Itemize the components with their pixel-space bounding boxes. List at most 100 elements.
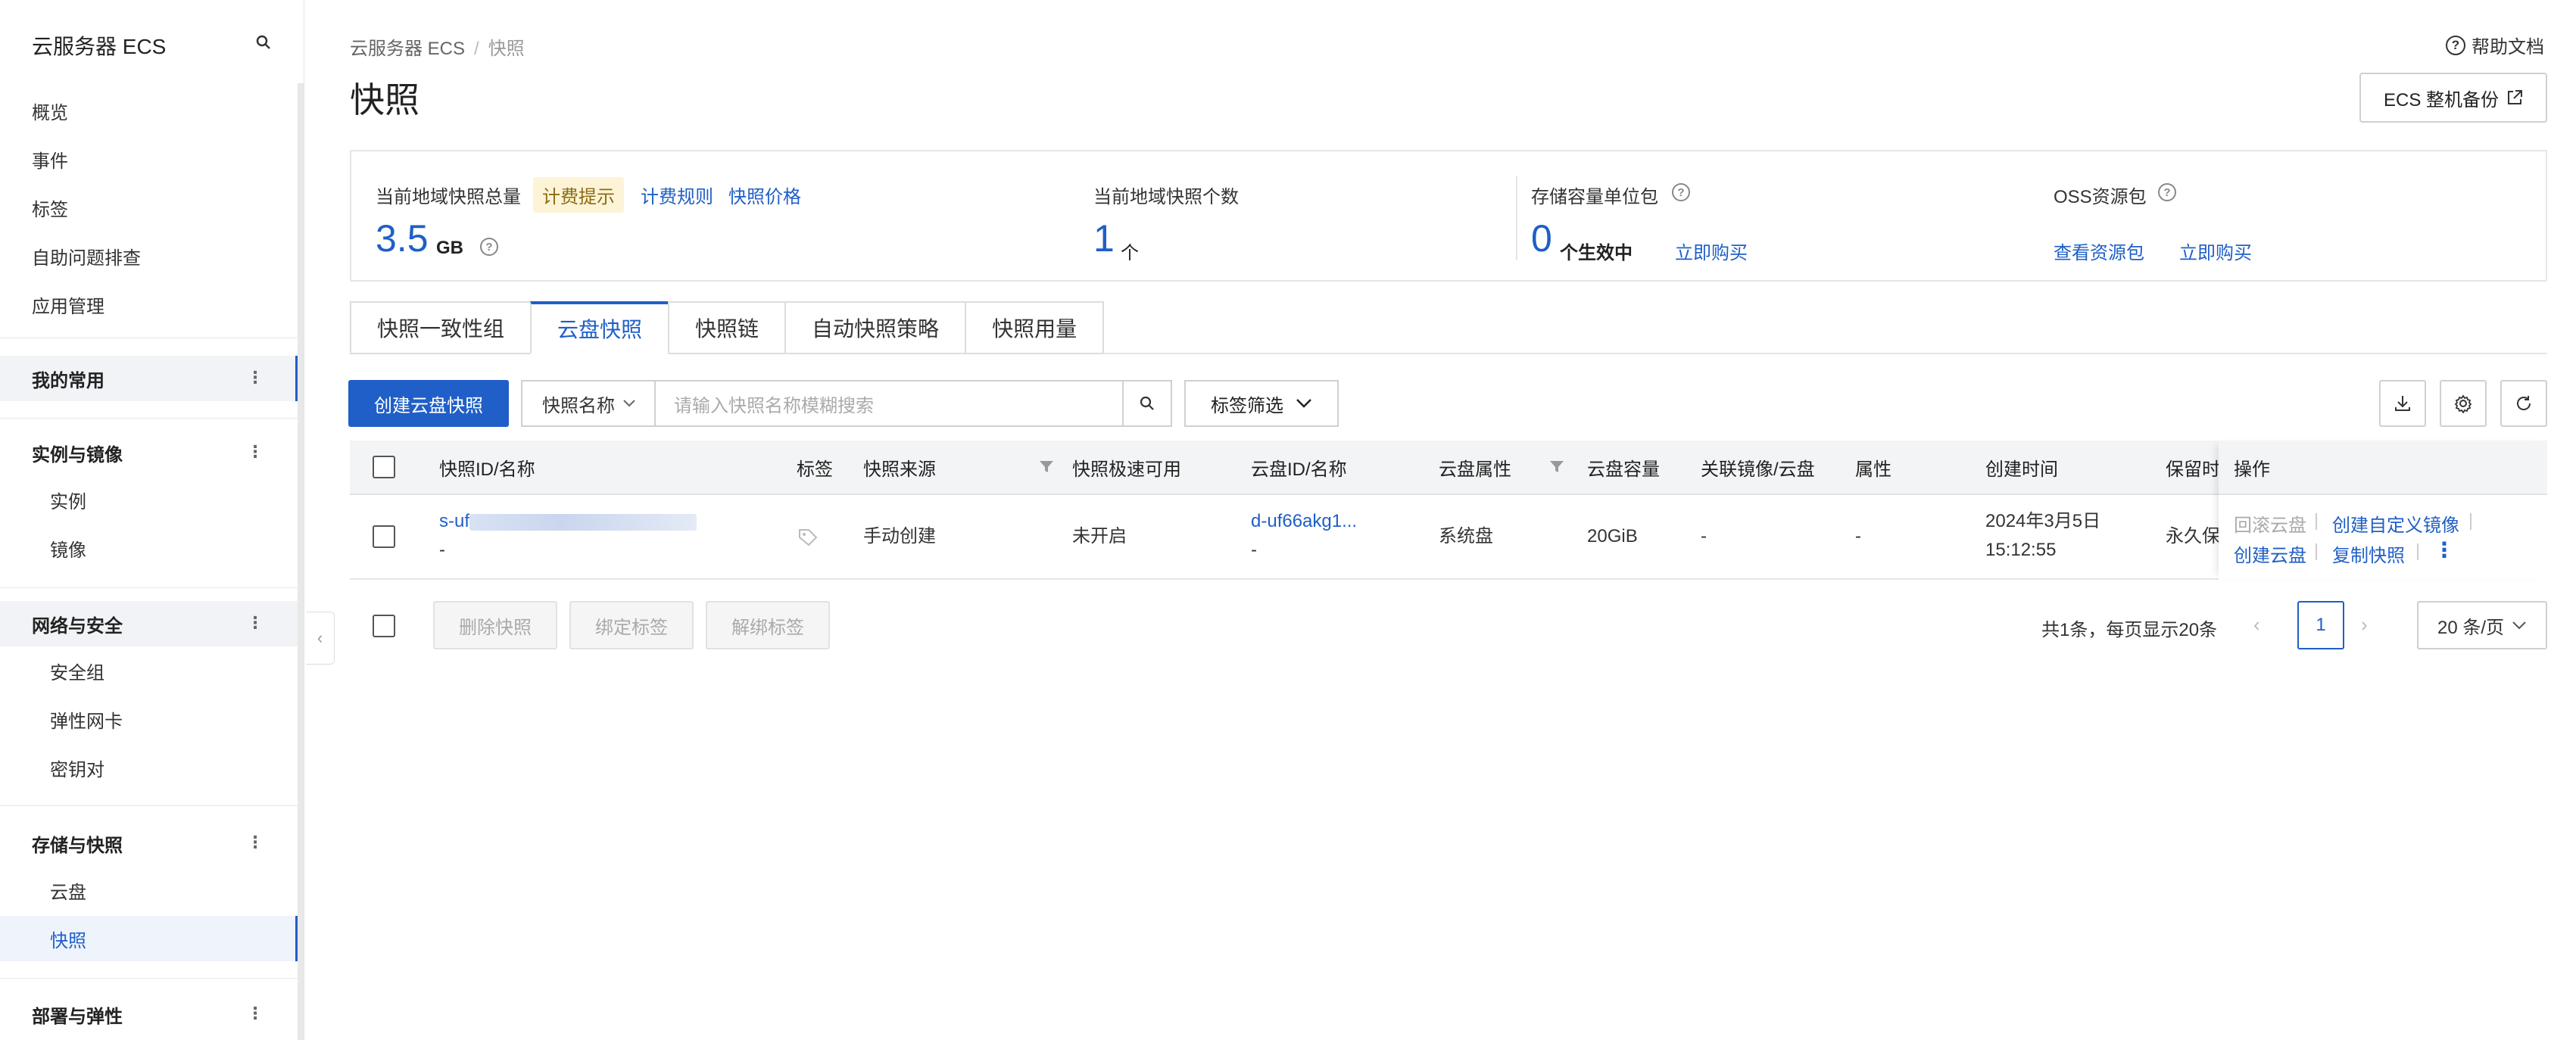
sidebar-group-favorites[interactable]: 我的常用 ⋮ <box>0 356 298 401</box>
more-vertical-icon[interactable]: ⋮ <box>247 1005 264 1022</box>
package-unit: 个生效中 <box>1560 243 1633 263</box>
oss-buy-link[interactable]: 立即购买 <box>2179 238 2252 264</box>
question-circle-icon[interactable]: ? <box>1672 183 1690 201</box>
col-capacity: 云盘容量 <box>1587 459 1660 480</box>
capacity-cell: 20GiB <box>1587 526 1638 546</box>
breadcrumb-current: 快照 <box>488 39 525 59</box>
export-button[interactable] <box>2379 380 2426 427</box>
billing-rules-link[interactable]: 计费规则 <box>641 182 713 208</box>
sidebar-group-instances[interactable]: 实例与镜像 ⋮ <box>0 430 298 475</box>
snapshot-name: - <box>439 540 445 560</box>
sidebar-group-deploy[interactable]: 部署与弹性 ⋮ <box>0 992 298 1037</box>
question-circle-icon: ? <box>2446 35 2465 55</box>
separator <box>2417 543 2419 560</box>
filter-icon[interactable] <box>1549 460 1564 474</box>
more-vertical-icon[interactable]: ⋮ <box>247 834 264 851</box>
bind-tag-button[interactable]: 绑定标签 <box>569 601 694 649</box>
tab-snapshot-chain[interactable]: 快照链 <box>668 301 785 354</box>
question-circle-icon[interactable]: ? <box>2158 183 2176 201</box>
sidebar: 云服务器 ECS 概览 事件 标签 自助问题排查 应用管理 我的常用 ⋮ 实例与… <box>0 0 304 1040</box>
copy-snapshot-action[interactable]: 复制快照 <box>2332 540 2405 567</box>
sidebar-item-tags[interactable]: 标签 <box>0 185 298 230</box>
tab-consistency-group[interactable]: 快照一致性组 <box>350 301 531 354</box>
sidebar-group-network[interactable]: 网络与安全 ⋮ <box>0 601 298 646</box>
prev-page-icon[interactable]: ‹ <box>2253 613 2260 637</box>
disk-name: - <box>1251 540 1257 560</box>
chevron-down-icon <box>2512 621 2526 630</box>
total-unit: GB <box>436 238 463 258</box>
col-disk-id: 云盘ID/名称 <box>1251 459 1347 480</box>
select-all-checkbox[interactable] <box>373 456 395 478</box>
snapshot-price-link[interactable]: 快照价格 <box>728 182 801 208</box>
create-custom-image-action[interactable]: 创建自定义镜像 <box>2332 510 2459 537</box>
create-disk-action[interactable]: 创建云盘 <box>2234 540 2306 567</box>
delete-snapshot-button[interactable]: 删除快照 <box>433 601 557 649</box>
settings-button[interactable] <box>2440 380 2487 427</box>
search-input[interactable]: 请输入快照名称模糊搜索 <box>654 380 1124 427</box>
col-disk-attr-label: 云盘属性 <box>1439 459 1511 480</box>
create-disk-snapshot-button[interactable]: 创建云盘快照 <box>348 380 509 427</box>
divider <box>1516 176 1517 260</box>
sidebar-item-snapshots[interactable]: 快照 <box>0 916 298 961</box>
sidebar-item-overview[interactable]: 概览 <box>0 88 298 133</box>
ecs-backup-button[interactable]: ECS 整机备份 <box>2359 73 2547 123</box>
rollback-disk-action[interactable]: 回滚云盘 <box>2234 510 2306 537</box>
created-time: 15:12:55 <box>1985 540 2057 560</box>
tab-auto-snapshot-policy[interactable]: 自动快照策略 <box>784 301 965 354</box>
disk-id-link[interactable]: d-uf66akg1... <box>1251 511 1357 531</box>
disk-id-cell: d-uf66akg1... - <box>1251 507 1357 565</box>
footer-select-all-checkbox[interactable] <box>373 615 395 637</box>
sidebar-item-security-groups[interactable]: 安全组 <box>0 648 298 693</box>
search-button[interactable] <box>1122 380 1172 427</box>
col-attr: 属性 <box>1855 459 1891 480</box>
sidebar-item-troubleshoot[interactable]: 自助问题排查 <box>0 233 298 279</box>
operations-column: 操作 回滚云盘 创建自定义镜像 创建云盘 复制快照 ⋮ <box>2219 441 2547 580</box>
filter-icon[interactable] <box>1039 460 1054 474</box>
next-page-icon[interactable]: › <box>2361 613 2368 637</box>
collapse-sidebar-button[interactable]: ‹ <box>306 612 335 665</box>
redacted-id <box>469 513 697 531</box>
breadcrumb-ecs[interactable]: 云服务器 ECS <box>350 39 465 59</box>
sidebar-item-disks[interactable]: 云盘 <box>0 867 298 913</box>
count-unit: 个 <box>1121 243 1139 263</box>
total-value: 3.5 <box>376 217 429 260</box>
sidebar-item-key-pairs[interactable]: 密钥对 <box>0 745 298 790</box>
table-header: 快照ID/名称 标签 快照来源 快照极速可用 云盘ID/名称 云盘属性 云盘容量… <box>350 441 2547 495</box>
col-retention: 保留时 <box>2166 459 2220 480</box>
row-checkbox[interactable] <box>373 525 395 548</box>
oss-view-link[interactable]: 查看资源包 <box>2054 238 2144 264</box>
help-docs-link[interactable]: ? 帮助文档 <box>2446 32 2544 58</box>
sidebar-item-eni[interactable]: 弹性网卡 <box>0 696 298 742</box>
sidebar-scrollbar[interactable] <box>298 83 304 1040</box>
package-buy-link[interactable]: 立即购买 <box>1675 238 1748 264</box>
more-vertical-icon[interactable]: ⋮ <box>2434 537 2455 562</box>
sidebar-item-instances[interactable]: 实例 <box>0 477 298 522</box>
sidebar-group-storage[interactable]: 存储与快照 ⋮ <box>0 820 298 866</box>
tab-disk-snapshots[interactable]: 云盘快照 <box>530 301 669 354</box>
billing-tip-badge[interactable]: 计费提示 <box>533 177 624 213</box>
page-1-button[interactable]: 1 <box>2297 601 2344 649</box>
more-vertical-icon[interactable]: ⋮ <box>247 369 264 386</box>
tab-snapshot-usage[interactable]: 快照用量 <box>965 301 1105 354</box>
unbind-tag-button[interactable]: 解绑标签 <box>706 601 830 649</box>
tag-filter-dropdown[interactable]: 标签筛选 <box>1184 380 1339 427</box>
col-tags: 标签 <box>797 459 833 480</box>
col-source: 快照来源 <box>863 441 1054 494</box>
search-field-select[interactable]: 快照名称 <box>521 380 656 427</box>
refresh-button[interactable] <box>2500 380 2547 427</box>
sidebar-item-events[interactable]: 事件 <box>0 136 298 182</box>
pagination-summary: 共1条，每页显示20条 <box>2041 620 2218 640</box>
sidebar-item-app-management[interactable]: 应用管理 <box>0 282 298 327</box>
page-size-select[interactable]: 20 条/页 <box>2417 601 2547 649</box>
search-icon[interactable] <box>254 33 273 51</box>
question-circle-icon[interactable]: ? <box>480 238 498 256</box>
sidebar-item-images[interactable]: 镜像 <box>0 525 298 571</box>
search-field-value: 快照名称 <box>542 395 615 416</box>
snapshot-id-link[interactable]: s-uf <box>439 511 469 531</box>
instant-cell: 未开启 <box>1072 526 1127 546</box>
more-vertical-icon[interactable]: ⋮ <box>247 444 264 460</box>
tag-icon[interactable] <box>798 528 819 546</box>
col-disk-attr: 云盘属性 <box>1439 441 1901 494</box>
page-size-value: 20 条/页 <box>2437 617 2505 638</box>
more-vertical-icon[interactable]: ⋮ <box>247 615 264 631</box>
